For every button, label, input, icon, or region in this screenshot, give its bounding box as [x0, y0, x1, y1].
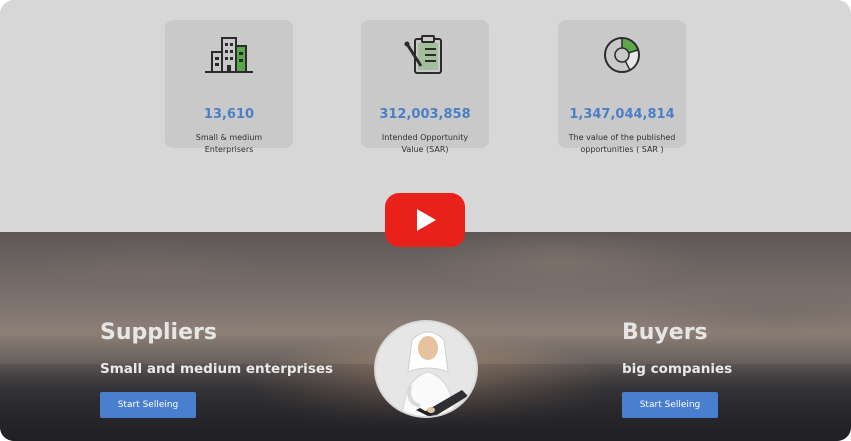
stat-value: 13,610 [203, 107, 255, 122]
avatar [374, 320, 478, 418]
suppliers-subtitle: Small and medium enterprises [100, 361, 334, 377]
buyers-subtitle: big companies [622, 361, 733, 377]
video-thumbnail[interactable]: 13,610 Small & medium Enterprisers 312,0… [0, 0, 851, 441]
buyers-start-selling-button[interactable]: Start Selleing [622, 392, 718, 418]
play-icon [417, 209, 436, 231]
stat-label: Intended Opportunity Value (SAR) [381, 133, 469, 154]
play-button[interactable] [385, 193, 465, 247]
person-laptop-illustration [401, 331, 468, 416]
clipboard-icon [361, 34, 489, 78]
pie-chart-icon [558, 34, 686, 78]
stat-label: The value of the published opportunities… [568, 133, 676, 154]
stat-value: 312,003,858 [379, 107, 471, 122]
stat-label: Small & medium Enterprisers [195, 133, 263, 154]
suppliers-title: Suppliers [100, 320, 217, 345]
suppliers-start-selling-button[interactable]: Start Selleing [100, 392, 196, 418]
stat-card-intended-value: 312,003,858 Intended Opportunity Value (… [361, 20, 489, 154]
stat-value: 1,347,044,814 [569, 107, 675, 122]
stat-card-published-value: 1,347,044,814 The value of the published… [558, 20, 686, 154]
buyers-title: Buyers [622, 320, 708, 345]
buildings-icon [165, 34, 293, 78]
stat-card-enterprises: 13,610 Small & medium Enterprisers [165, 20, 293, 154]
